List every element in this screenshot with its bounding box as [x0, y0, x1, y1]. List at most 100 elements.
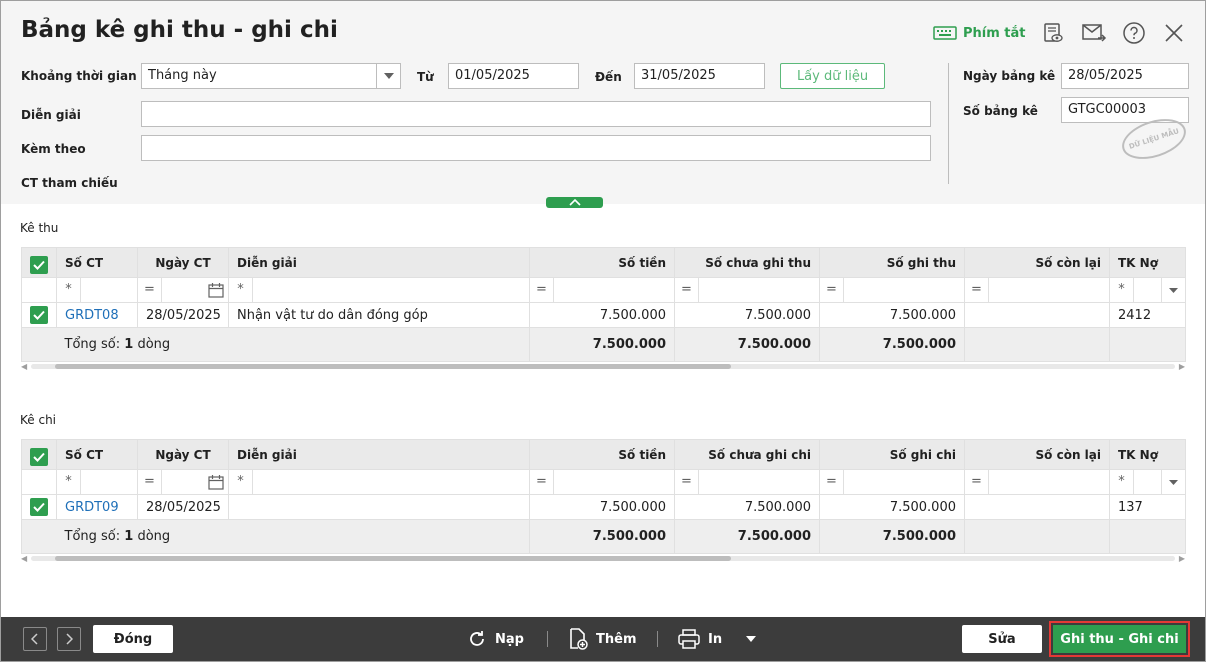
horizontal-scrollbar[interactable]: ◀ ▶ — [21, 362, 1185, 371]
select-all-checkbox[interactable] — [21, 247, 57, 278]
description-input[interactable] — [141, 101, 931, 127]
filter-cell[interactable]: = — [674, 469, 820, 495]
table-row[interactable]: GRDT09 28/05/2025 7.500.000 7.500.000 7.… — [21, 494, 1186, 520]
edit-button[interactable]: Sửa — [962, 625, 1042, 653]
column-header[interactable]: Số CT — [56, 247, 138, 278]
page-title: Bảng kê ghi thu - ghi chi — [21, 17, 338, 43]
row-checkbox[interactable] — [21, 494, 57, 520]
chevron-up-icon — [568, 199, 581, 206]
scrollbar-thumb[interactable] — [55, 556, 731, 561]
filter-cell[interactable]: = — [819, 277, 965, 303]
column-header[interactable]: Ngày CT — [137, 439, 229, 470]
attachment-input[interactable] — [141, 135, 931, 161]
column-header[interactable]: Số ghi chi — [819, 439, 965, 470]
filter-cell[interactable]: = — [137, 469, 229, 495]
column-header[interactable]: TK Nợ — [1109, 247, 1186, 278]
close-button[interactable]: Đóng — [93, 625, 173, 653]
column-header[interactable]: Số CT — [56, 439, 138, 470]
column-header[interactable]: Số ghi thu — [819, 247, 965, 278]
column-header[interactable]: Số tiền — [529, 247, 675, 278]
row-checkbox[interactable] — [21, 302, 57, 328]
print-button[interactable]: In — [678, 625, 757, 653]
debit-account-cell: 137 — [1109, 494, 1186, 520]
column-header[interactable]: Số tiền — [529, 439, 675, 470]
doc-number-link[interactable]: GRDT09 — [56, 494, 138, 520]
expenses-table: Số CT Ngày CT Diễn giải Số tiền Số chưa … — [21, 439, 1186, 554]
close-icon[interactable] — [1161, 20, 1187, 46]
collapse-toggle[interactable] — [546, 197, 603, 208]
total-recorded: 7.500.000 — [819, 519, 965, 554]
footer-toolbar: Đóng Nạp Thêm In Sửa Ghi thu - Ghi chi — [1, 617, 1205, 661]
debit-account-cell: 2412 — [1109, 302, 1186, 328]
column-header[interactable]: Diễn giải — [228, 247, 530, 278]
filter-cell[interactable]: = — [529, 277, 675, 303]
filter-cell[interactable]: = — [964, 277, 1110, 303]
send-mail-icon[interactable] — [1081, 21, 1107, 45]
filter-cell[interactable]: * — [228, 469, 530, 495]
table-header-row: Số CT Ngày CT Diễn giải Số tiền Số chưa … — [21, 247, 1186, 278]
column-header[interactable]: Số còn lại — [964, 439, 1110, 470]
filter-cell[interactable]: = — [674, 277, 820, 303]
doc-number-link[interactable]: GRDT08 — [56, 302, 138, 328]
filter-cell[interactable]: = — [137, 277, 229, 303]
chevron-right-icon — [66, 633, 73, 645]
filter-cell[interactable]: * — [56, 277, 138, 303]
add-button[interactable]: Thêm — [568, 625, 637, 653]
recorded-cell: 7.500.000 — [819, 302, 965, 328]
filter-cell[interactable]: = — [964, 469, 1110, 495]
reload-label: Nạp — [495, 631, 524, 647]
scrollbar-thumb[interactable] — [55, 364, 731, 369]
filter-cell[interactable]: = — [819, 469, 965, 495]
calendar-icon[interactable] — [204, 471, 228, 494]
filter-cell[interactable]: * — [56, 469, 138, 495]
fetch-data-button[interactable]: Lấy dữ liệu — [780, 63, 885, 89]
remaining-cell — [964, 302, 1110, 328]
dropdown-arrow-icon[interactable] — [1161, 278, 1185, 302]
amount-cell: 7.500.000 — [529, 494, 675, 520]
to-date-input[interactable]: 31/05/2025 — [634, 63, 765, 89]
column-header[interactable]: Diễn giải — [228, 439, 530, 470]
filter-cell[interactable]: = — [529, 469, 675, 495]
list-date-label: Ngày bảng kê — [963, 69, 1056, 83]
help-icon[interactable] — [1121, 20, 1147, 46]
filter-row: * = * = = = = * — [21, 277, 1186, 303]
previous-button[interactable] — [23, 627, 47, 651]
table-row[interactable]: GRDT08 28/05/2025 Nhận vật tư do dân đón… — [21, 302, 1186, 328]
column-header[interactable]: Số còn lại — [964, 247, 1110, 278]
filter-cell[interactable]: * — [228, 277, 530, 303]
record-receipts-expenses-button[interactable]: Ghi thu - Ghi chi — [1049, 621, 1190, 657]
list-date-input[interactable]: 28/05/2025 — [1061, 63, 1189, 89]
receipts-table: Số CT Ngày CT Diễn giải Số tiền Số chưa … — [21, 247, 1186, 362]
reference-label[interactable]: CT tham chiếu — [21, 176, 118, 190]
dropdown-arrow-icon[interactable] — [1161, 470, 1185, 494]
view-icon[interactable] — [1041, 21, 1065, 45]
column-header[interactable]: Ngày CT — [137, 247, 229, 278]
filter-cell[interactable]: * — [1109, 469, 1186, 495]
select-all-checkbox[interactable] — [21, 439, 57, 470]
chevron-left-icon — [31, 633, 38, 645]
next-button[interactable] — [57, 627, 81, 651]
column-header[interactable]: TK Nợ — [1109, 439, 1186, 470]
column-header[interactable]: Số chưa ghi chi — [674, 439, 820, 470]
chevron-down-icon[interactable] — [376, 64, 400, 88]
filter-cell[interactable]: * — [1109, 277, 1186, 303]
keyboard-icon — [933, 26, 957, 40]
calendar-icon[interactable] — [204, 279, 228, 302]
period-select[interactable]: Tháng này — [141, 63, 401, 89]
to-label: Đến — [595, 70, 622, 84]
period-value: Tháng này — [148, 68, 217, 83]
divider — [948, 63, 949, 184]
remaining-cell — [964, 494, 1110, 520]
total-row: Tổng số: 1 dòng 7.500.000 7.500.000 7.50… — [21, 519, 1186, 554]
add-document-icon — [570, 628, 588, 650]
horizontal-scrollbar[interactable]: ◀ ▶ — [21, 554, 1185, 563]
description-cell — [228, 494, 530, 520]
column-header[interactable]: Số chưa ghi thu — [674, 247, 820, 278]
from-date-input[interactable]: 01/05/2025 — [448, 63, 579, 89]
expenses-section-title: Kê chi — [20, 413, 57, 427]
doc-date-cell: 28/05/2025 — [137, 494, 229, 520]
reload-button[interactable]: Nạp — [467, 625, 524, 653]
shortcut-button[interactable]: Phím tắt — [933, 23, 1026, 43]
chevron-down-icon[interactable] — [746, 636, 757, 642]
total-label: Tổng số: 1 dòng — [56, 327, 530, 362]
